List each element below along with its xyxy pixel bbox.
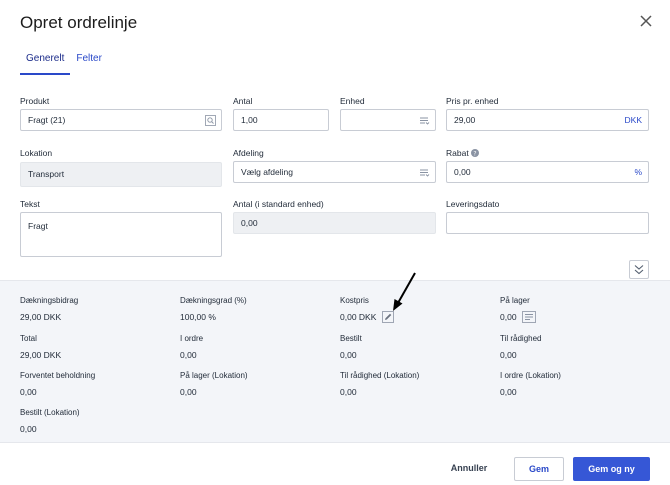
dialog-title: Opret ordrelinje	[20, 13, 138, 32]
rabat-field[interactable]: 0,00 %	[446, 161, 649, 183]
pris-value: 29,00	[454, 115, 476, 125]
produkt-value: Fragt (21)	[28, 115, 66, 125]
afdeling-placeholder: Vælg afdeling	[241, 167, 293, 177]
bestilt-lokation-label: Bestilt (Lokation)	[20, 408, 80, 417]
paa-lager-value: 0,00	[500, 312, 517, 322]
til-raadighed-label: Til rådighed	[500, 334, 542, 343]
cancel-button[interactable]: Annuller	[444, 457, 494, 481]
i-ordre-label: I ordre	[180, 334, 204, 343]
tab-bar: Generelt Felter	[20, 52, 108, 75]
forventet-label: Forventet beholdning	[20, 371, 96, 380]
daekningsgrad-value: 100,00 %	[180, 312, 216, 322]
tab-generelt[interactable]: Generelt	[20, 52, 71, 75]
bestilt-value: 0,00	[340, 350, 357, 360]
paa-lager-label: På lager	[500, 296, 530, 305]
total-value: 29,00 DKK	[20, 350, 62, 360]
paa-lager-lokation-label: På lager (Lokation)	[180, 371, 248, 380]
forventet-value: 0,00	[20, 387, 37, 397]
rabat-label-wrap: Rabat ?	[446, 148, 480, 158]
info-icon[interactable]: ?	[471, 149, 480, 157]
stock-info-panel: Dækningsbidrag 29,00 DKK Dækningsgrad (%…	[0, 272, 670, 443]
percent-suffix: %	[634, 167, 642, 177]
tab-felter[interactable]: Felter	[70, 52, 108, 75]
lokation-field: Transport	[20, 162, 222, 187]
svg-text:?: ?	[473, 150, 476, 157]
enhed-field[interactable]	[340, 109, 436, 131]
search-icon[interactable]	[205, 115, 216, 126]
levering-label: Leveringsdato	[446, 199, 500, 209]
i-ordre-lokation-value: 0,00	[500, 387, 517, 397]
lokation-label: Lokation	[20, 148, 53, 158]
tekst-value: Fragt	[28, 221, 48, 231]
antal-value: 1,00	[241, 115, 258, 125]
daekningsbidrag-label: Dækningsbidrag	[20, 296, 79, 305]
antal-label: Antal	[233, 96, 253, 106]
antal-std-field: 0,00	[233, 212, 436, 234]
double-chevron-down-icon	[634, 265, 644, 275]
currency-suffix: DKK	[624, 115, 642, 125]
i-ordre-value: 0,00	[180, 350, 197, 360]
save-and-new-button[interactable]: Gem og ny	[573, 457, 650, 481]
save-button[interactable]: Gem	[514, 457, 564, 481]
bestilt-label: Bestilt	[340, 334, 362, 343]
rabat-label: Rabat	[446, 148, 469, 158]
afdeling-label: Afdeling	[233, 148, 264, 158]
tekst-textarea[interactable]: Fragt	[20, 212, 222, 257]
antal-std-label: Antal (i standard enhed)	[233, 199, 324, 209]
close-icon[interactable]	[638, 13, 654, 29]
til-raadighed-lokation-label: Til rådighed (Lokation)	[340, 371, 420, 380]
paa-lager-lokation-value: 0,00	[180, 387, 197, 397]
list-dropdown-icon[interactable]	[419, 115, 430, 126]
rabat-value: 0,00	[454, 167, 471, 177]
list-dropdown-icon[interactable]	[419, 167, 430, 178]
antal-std-value: 0,00	[241, 218, 258, 228]
kostpris-label: Kostpris	[340, 296, 369, 305]
arrow-annotation-icon	[393, 272, 416, 311]
daekningsgrad-label: Dækningsgrad (%)	[180, 296, 247, 305]
pris-label: Pris pr. enhed	[446, 96, 499, 106]
i-ordre-lokation-label: I ordre (Lokation)	[500, 371, 561, 380]
leveringsdato-field[interactable]	[446, 212, 649, 234]
stock-list-icon[interactable]	[522, 311, 536, 323]
antal-field[interactable]: 1,00	[233, 109, 329, 131]
bestilt-lokation-value: 0,00	[20, 424, 37, 434]
til-raadighed-lokation-value: 0,00	[340, 387, 357, 397]
kostpris-value: 0,00 DKK	[340, 312, 377, 322]
tekst-label: Tekst	[20, 199, 40, 209]
produkt-field[interactable]: Fragt (21)	[20, 109, 222, 131]
pris-field[interactable]: 29,00 DKK	[446, 109, 649, 131]
total-label: Total	[20, 334, 37, 343]
enhed-label: Enhed	[340, 96, 365, 106]
afdeling-select[interactable]: Vælg afdeling	[233, 161, 436, 183]
til-raadighed-value: 0,00	[500, 350, 517, 360]
produkt-label: Produkt	[20, 96, 50, 106]
daekningsbidrag-value: 29,00 DKK	[20, 312, 62, 322]
lokation-value: Transport	[28, 169, 65, 179]
expand-button[interactable]	[629, 260, 649, 279]
